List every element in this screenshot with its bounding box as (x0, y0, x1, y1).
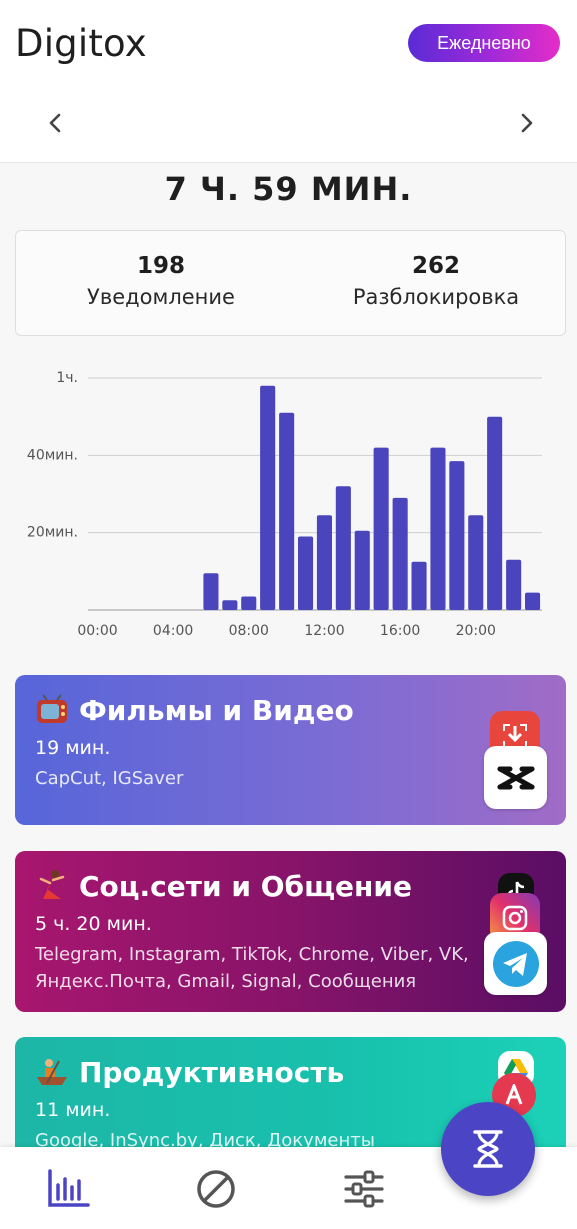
chart-bar-hour-21[interactable] (487, 416, 503, 610)
nav-block[interactable] (192, 1165, 240, 1213)
notifications-label: Уведомление (87, 285, 235, 309)
chart-bar-hour-15[interactable] (373, 447, 389, 610)
chart-x-tick-label: 04:00 (153, 623, 193, 639)
category-time: 11 мин. (35, 1099, 111, 1121)
chart-y-tick-label: 1ч. (56, 370, 78, 386)
nav-statistics[interactable] (44, 1165, 92, 1213)
category-title-text: Продуктивность (79, 1055, 345, 1089)
capcut-app-icon (484, 746, 547, 809)
sliders-icon (344, 1170, 384, 1208)
chart-bar-hour-13[interactable] (335, 486, 351, 610)
notifications-count: 198 (136, 253, 185, 279)
next-day-button[interactable] (512, 108, 542, 138)
hourglass-icon (473, 1130, 503, 1168)
chart-x-tick-label: 20:00 (456, 623, 496, 639)
chart-bar-hour-07[interactable] (222, 600, 238, 610)
category-apps: CapCut, IGSaver (35, 768, 184, 789)
chart-bar-hour-06[interactable] (203, 573, 219, 610)
chart-bar-hour-12[interactable] (316, 515, 332, 610)
chart-bar-hour-17[interactable] (411, 561, 427, 610)
category-apps: Telegram, Instagram, TikTok, Chrome, Vib… (35, 944, 469, 992)
hourly-usage-chart: 1ч. 40мин. 20мин. 00:00 04:00 08:00 12:00 16:00… (27, 370, 542, 639)
notifications-stat: 198 Уведомление (31, 253, 291, 309)
top-bar: Digitox Ежедневно (0, 0, 577, 163)
app-title: Digitox (15, 22, 147, 65)
total-screen-time: 7 Ч. 59 МИН. (164, 170, 413, 208)
chart-bar-hour-14[interactable] (354, 530, 370, 610)
chart-bar-hour-11[interactable] (298, 536, 314, 611)
chevron-right-icon (521, 113, 533, 133)
telegram-app-icon (484, 932, 547, 995)
chart-y-tick-label: 40мин. (27, 447, 78, 463)
timer-fab-button[interactable] (441, 1102, 535, 1196)
chart-bar-hour-10[interactable] (279, 412, 295, 610)
period-selector-button[interactable]: Ежедневно (408, 24, 560, 62)
chart-bar-hour-16[interactable] (392, 497, 408, 610)
tv-emoji-icon (37, 694, 67, 723)
unlocks-stat: 262 Разблокировка (306, 253, 566, 309)
nav-settings[interactable] (340, 1165, 388, 1213)
chart-y-tick-label: 20мин. (27, 525, 78, 541)
unlocks-count: 262 (411, 253, 460, 279)
chart-x-tick-label: 00:00 (77, 623, 117, 639)
chart-bar-hour-22[interactable] (506, 559, 522, 610)
block-icon (197, 1170, 235, 1208)
chart-bar-hour-08[interactable] (241, 596, 257, 611)
dancer-emoji-icon (39, 870, 65, 899)
chevron-left-icon (49, 113, 61, 133)
category-time: 19 мин. (35, 737, 111, 759)
chart-bar-hour-09[interactable] (260, 385, 276, 610)
chart-x-tick-label: 08:00 (229, 623, 269, 639)
category-card-movies-video[interactable]: Фильмы и Видео 19 мин. CapCut, IGSaver (15, 675, 566, 825)
category-card-social-communication[interactable]: Соц.сети и Общение 5 ч. 20 мин. Telegram… (15, 851, 566, 1012)
bar-chart-icon (48, 1169, 90, 1207)
chart-bar-hour-18[interactable] (430, 447, 446, 610)
category-title-text: Соц.сети и Общение (79, 869, 412, 903)
previous-day-button[interactable] (40, 108, 70, 138)
category-title: Фильмы и Видео (35, 693, 354, 727)
category-title: Соц.сети и Общение (35, 869, 412, 903)
unlocks-label: Разблокировка (352, 285, 520, 309)
category-time: 5 ч. 20 мин. (35, 913, 152, 935)
chart-bar-hour-20[interactable] (468, 515, 484, 610)
chart-x-tick-label: 12:00 (304, 623, 344, 639)
stats-card: 198 Уведомление 262 Разблокировка (15, 230, 566, 336)
chart-x-tick-label: 16:00 (380, 623, 420, 639)
category-title: Продуктивность (35, 1055, 344, 1089)
rowboat-emoji-icon (37, 1059, 67, 1085)
chart-bar-hour-23[interactable] (525, 592, 541, 610)
chart-bar-hour-19[interactable] (449, 461, 465, 610)
category-title-text: Фильмы и Видео (79, 693, 354, 727)
